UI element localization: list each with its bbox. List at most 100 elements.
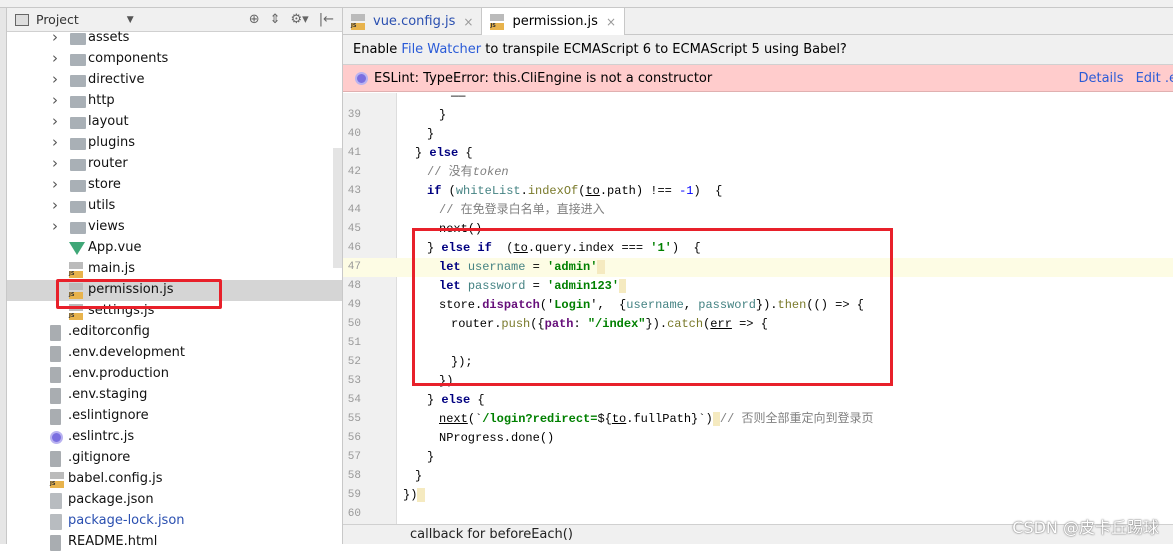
code-area[interactable]: —— 39} 40} 41} else {42// 没有token 43 if (whit… xyxy=(343,93,1173,524)
tree-item[interactable]: › router xyxy=(7,154,342,175)
tree-item[interactable]: › utils xyxy=(7,196,342,217)
close-icon[interactable]: × xyxy=(606,15,616,29)
code-token: { xyxy=(458,146,473,160)
chevron-right-icon[interactable]: › xyxy=(52,112,58,130)
tree-item[interactable]: babel.config.js xyxy=(7,469,342,490)
tree-item[interactable]: › views xyxy=(7,217,342,238)
line-number: 44 xyxy=(347,204,361,216)
hide-icon[interactable]: |← xyxy=(319,12,334,27)
tree-item[interactable]: › assets xyxy=(7,28,342,49)
line-number: 48 xyxy=(347,280,361,292)
code-text: } xyxy=(427,125,434,144)
close-icon[interactable]: × xyxy=(463,15,473,29)
editor: vue.config.js × permission.js × Enable File… xyxy=(343,8,1173,544)
line-number: 42 xyxy=(347,166,361,178)
locate-icon[interactable]: ⊕ xyxy=(249,12,260,27)
folder-icon xyxy=(70,180,86,192)
tab-vue-config-js[interactable]: vue.config.js × xyxy=(343,8,483,35)
tree-item[interactable]: .env.staging xyxy=(7,385,342,406)
chevron-right-icon[interactable]: › xyxy=(52,70,58,88)
tool-window-strip[interactable] xyxy=(0,8,7,544)
tree-item[interactable]: .editorconfig xyxy=(7,322,342,343)
tree-item[interactable]: › components xyxy=(7,49,342,70)
code-token: ${ xyxy=(597,412,612,426)
details-link[interactable]: Details xyxy=(1078,71,1123,86)
tree-item[interactable]: .env.development xyxy=(7,343,342,364)
code-text: } else { xyxy=(427,391,485,410)
file-watcher-banner: Enable File Watcher to transpile ECMAScr… xyxy=(343,35,1173,65)
tab-label: permission.js xyxy=(512,14,598,29)
chevron-right-icon[interactable]: › xyxy=(52,49,58,67)
tree-item[interactable]: › http xyxy=(7,91,342,112)
line-number: 58 xyxy=(347,470,361,482)
tree-item[interactable]: › layout xyxy=(7,112,342,133)
tree-item-label: .env.development xyxy=(68,345,185,360)
code-token: else xyxy=(441,393,471,407)
code-text: // 没有token xyxy=(427,163,509,182)
tree-item-label: .eslintignore xyxy=(68,408,149,423)
tab-label: vue.config.js xyxy=(373,14,456,29)
tree-item[interactable]: App.vue xyxy=(7,238,342,259)
tree-item-label: .env.staging xyxy=(68,387,148,402)
tree-item-label: .editorconfig xyxy=(68,324,150,339)
tree-item-label: utils xyxy=(88,198,116,213)
tab-permission-js[interactable]: permission.js × xyxy=(482,8,626,35)
chevron-down-icon[interactable]: ▼ xyxy=(127,15,134,25)
tree-item[interactable]: .gitignore xyxy=(7,448,342,469)
tree-item-label: App.vue xyxy=(88,240,142,255)
edit-eslint-link[interactable]: Edit .e xyxy=(1136,71,1173,86)
code-token: // 在免登录白名单，直接进入 xyxy=(439,203,605,217)
chevron-right-icon[interactable]: › xyxy=(52,28,58,46)
collapse-icon[interactable]: ⇕ xyxy=(270,12,281,27)
code-text: } xyxy=(439,106,446,125)
tree-item[interactable]: README.html xyxy=(7,532,342,553)
txt-file-icon xyxy=(50,409,61,425)
file-watcher-link[interactable]: File Watcher xyxy=(401,42,481,57)
scrollbar[interactable] xyxy=(333,148,342,268)
code-token xyxy=(417,488,425,502)
line-number: 54 xyxy=(347,394,361,406)
chevron-right-icon[interactable]: › xyxy=(52,196,58,214)
code-line: 56 NProgress.done() xyxy=(343,429,1173,448)
code-token: whiteList xyxy=(455,184,521,198)
highlight-box xyxy=(412,228,893,386)
tree-item-label: components xyxy=(88,51,169,66)
code-text: // 在免登录白名单，直接进入 xyxy=(439,201,605,220)
code-line: 54 } else { xyxy=(343,391,1173,410)
project-title[interactable]: Project xyxy=(36,12,79,27)
tree-item[interactable]: package-lock.json xyxy=(7,511,342,532)
line-number: 59 xyxy=(347,489,361,501)
txt-file-icon xyxy=(50,346,61,362)
tree-item[interactable]: .env.production xyxy=(7,364,342,385)
gear-icon[interactable]: ⚙▾ xyxy=(291,12,309,27)
tree-item[interactable]: .eslintrc.js xyxy=(7,427,342,448)
line-number: 53 xyxy=(347,375,361,387)
banner-text: Enable xyxy=(353,42,398,57)
chevron-right-icon[interactable]: › xyxy=(52,217,58,235)
tree-item-label: main.js xyxy=(88,261,135,276)
title-bar xyxy=(0,0,1173,8)
code-token: indexOf xyxy=(527,184,579,198)
tree-item[interactable]: › directive xyxy=(7,70,342,91)
json-file-icon xyxy=(50,514,62,530)
tree-item[interactable]: › plugins xyxy=(7,133,342,154)
code-token: token xyxy=(472,165,509,179)
code-token: ) { xyxy=(693,184,723,198)
code-token: next xyxy=(439,412,468,426)
code-line: 43 if (whiteList.indexOf(to.path) !== -1)… xyxy=(343,182,1173,201)
chevron-right-icon[interactable]: › xyxy=(52,91,58,109)
code-token: } xyxy=(427,127,435,141)
code-line: 57} xyxy=(343,448,1173,467)
chevron-right-icon[interactable]: › xyxy=(52,175,58,193)
tree-item[interactable]: .eslintignore xyxy=(7,406,342,427)
line-number: 43 xyxy=(347,185,361,197)
folder-icon xyxy=(70,33,86,45)
tree-item[interactable]: package.json xyxy=(7,490,342,511)
line-number: 45 xyxy=(347,223,361,235)
chevron-right-icon[interactable]: › xyxy=(52,133,58,151)
tree-item-label: package.json xyxy=(68,492,154,507)
tree-item[interactable]: main.js xyxy=(7,259,342,280)
chevron-right-icon[interactable]: › xyxy=(52,154,58,172)
tree-item[interactable]: › store xyxy=(7,175,342,196)
tree-item-label: package-lock.json xyxy=(68,513,185,528)
